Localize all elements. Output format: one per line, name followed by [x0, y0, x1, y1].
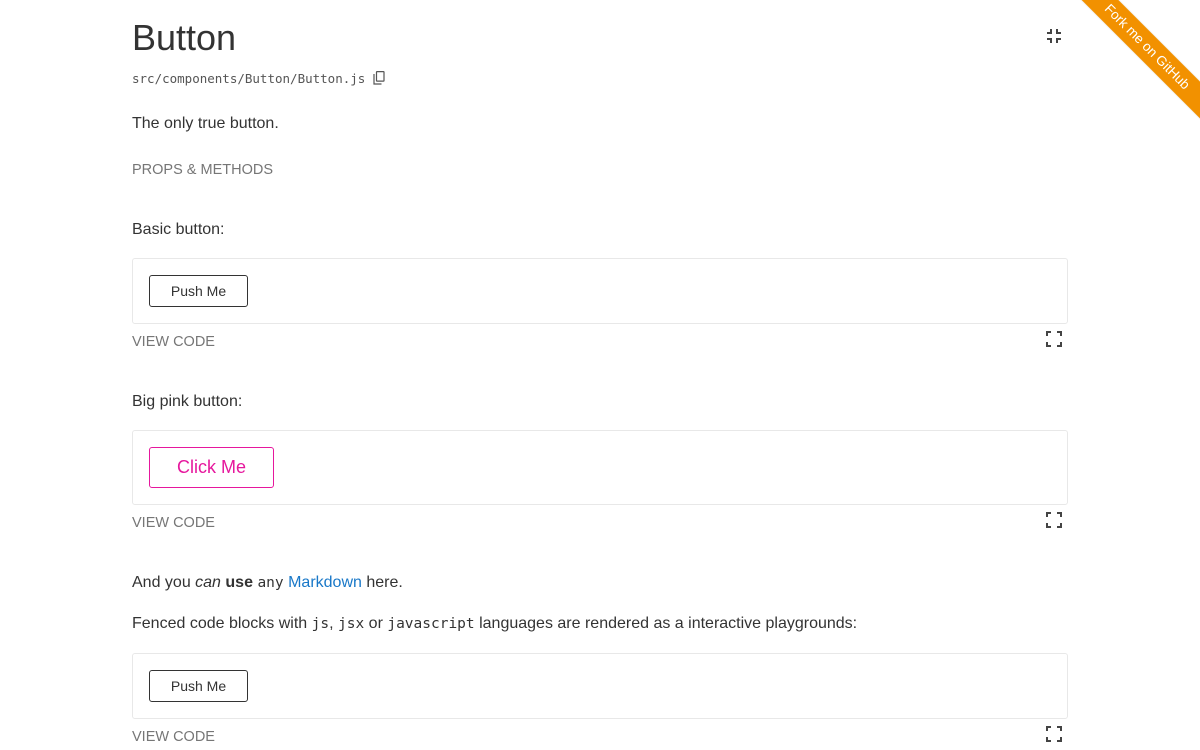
- file-path: src/components/Button/Button.js: [132, 70, 366, 86]
- markdown-italic: can: [195, 574, 221, 591]
- fenced-text-end: languages are rendered as a interactive …: [474, 615, 858, 632]
- markdown-paragraph: And you can use any Markdown here.: [132, 573, 403, 593]
- file-path-row: src/components/Button/Button.js: [132, 68, 385, 88]
- section-heading-basic: Basic button:: [132, 221, 225, 238]
- fenced-sep-1: ,: [329, 615, 339, 632]
- code-js: js: [311, 616, 330, 632]
- view-code-toggle-basic[interactable]: VIEW CODE: [132, 332, 215, 352]
- click-me-button[interactable]: Click Me: [149, 447, 274, 488]
- copy-icon[interactable]: [373, 71, 385, 85]
- fenced-paragraph: Fenced code blocks with js, jsx or javas…: [132, 614, 857, 634]
- collapse-icon[interactable]: [1046, 28, 1062, 44]
- page-title: Button: [132, 17, 237, 58]
- props-methods-toggle[interactable]: PROPS & METHODS: [132, 160, 273, 180]
- fenced-sep-2: or: [364, 615, 388, 632]
- markdown-link[interactable]: Markdown: [288, 574, 362, 591]
- markdown-text-start: And you: [132, 574, 196, 591]
- section-heading-pink: Big pink button:: [132, 393, 243, 410]
- code-javascript: javascript: [387, 616, 475, 632]
- fork-on-github-ribbon[interactable]: Fork me on GitHub: [1063, 0, 1200, 131]
- view-code-toggle-playground[interactable]: VIEW CODE: [132, 727, 215, 747]
- fullscreen-icon[interactable]: [1046, 331, 1062, 347]
- fullscreen-icon[interactable]: [1046, 512, 1062, 528]
- page: Fork me on GitHub Button src/components/…: [0, 0, 1200, 750]
- push-me-button[interactable]: Push Me: [149, 670, 248, 702]
- markdown-text-end: here.: [361, 574, 403, 591]
- example-preview-pink: Click Me: [132, 430, 1068, 505]
- push-me-button[interactable]: Push Me: [149, 275, 248, 307]
- fullscreen-icon[interactable]: [1046, 726, 1062, 742]
- view-code-toggle-pink[interactable]: VIEW CODE: [132, 513, 215, 533]
- code-jsx: jsx: [338, 616, 365, 632]
- example-preview-basic: Push Me: [132, 258, 1068, 324]
- component-description: The only true button.: [132, 115, 279, 132]
- markdown-bold: use: [225, 574, 253, 591]
- example-preview-playground: Push Me: [132, 653, 1068, 719]
- markdown-inline-code: any: [257, 575, 284, 591]
- fenced-text-start: Fenced code blocks with: [132, 615, 312, 632]
